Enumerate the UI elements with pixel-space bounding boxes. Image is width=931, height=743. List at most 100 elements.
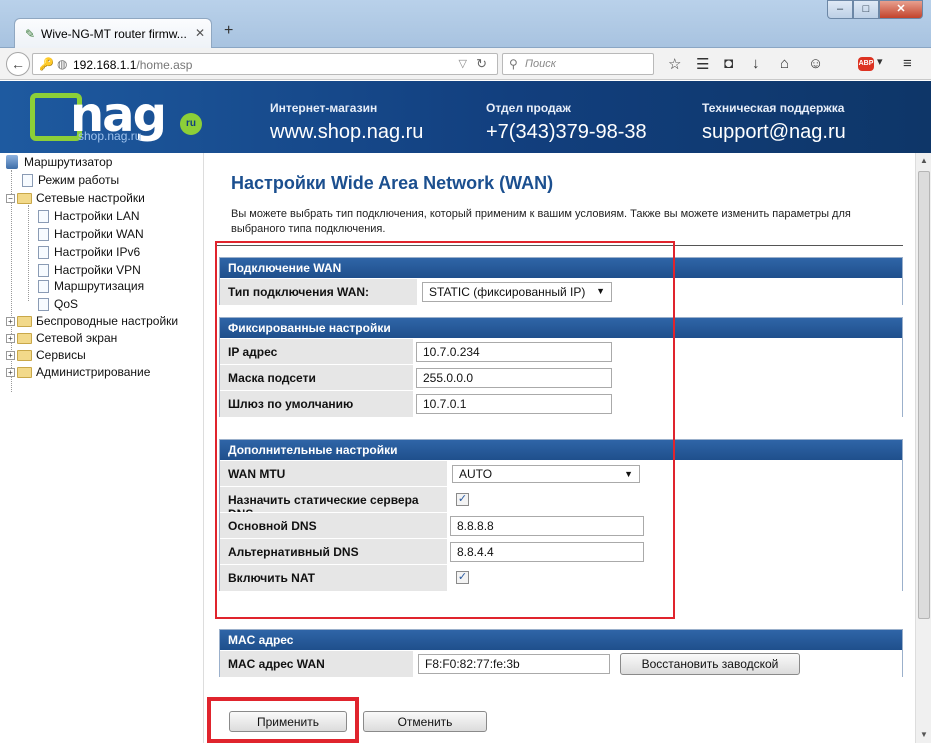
pocket-icon[interactable]: ◘ xyxy=(724,55,733,72)
restore-default-button[interactable]: Восстановить заводской xyxy=(620,653,800,675)
page-description: Вы можете выбрать тип подключения, котор… xyxy=(231,208,851,235)
browser-window: ✎ Wive-NG-MT router firmw... ✕ + – □ ✕ ←… xyxy=(0,0,931,743)
minimize-icon[interactable]: – xyxy=(827,0,853,19)
page-icon xyxy=(38,227,49,241)
scroll-thumb[interactable] xyxy=(918,171,930,619)
sidebar-item-firewall[interactable]: + Сетевой экран xyxy=(6,331,117,345)
main-content: Настройки Wide Area Network (WAN) Вы мож… xyxy=(205,153,915,743)
expand-icon[interactable]: + xyxy=(6,333,15,343)
site-banner: nag shop.nag.ru ru Интернет-магазин www.… xyxy=(0,81,931,153)
sidebar-root-label: Маршрутизатор xyxy=(24,155,113,169)
url-path: /home.asp xyxy=(136,58,193,72)
banner-shop: Интернет-магазин www.shop.nag.ru xyxy=(270,101,423,144)
sidebar-item-label: Беспроводные настройки xyxy=(36,314,179,328)
adblock-icon[interactable]: ABP xyxy=(858,57,874,71)
page-icon xyxy=(38,209,49,223)
download-icon[interactable]: ↓ xyxy=(752,55,760,72)
page-icon xyxy=(38,263,49,277)
bookmark-star-icon[interactable]: ☆ xyxy=(668,55,681,73)
sidebar-item-label: Маршрутизация xyxy=(54,279,145,293)
banner-support-head: Техническая поддержка xyxy=(702,101,845,115)
identity-icon[interactable]: 🔑 xyxy=(39,57,54,71)
sidebar-item-label: Настройки WAN xyxy=(54,227,144,241)
mac-header: MAC адрес xyxy=(220,630,902,650)
banner-shop-head: Интернет-магазин xyxy=(270,101,378,115)
sidebar-item-wireless[interactable]: + Беспроводные настройки xyxy=(6,314,178,328)
back-arrow-icon[interactable]: ← xyxy=(6,52,30,76)
reload-icon[interactable]: ↻ xyxy=(476,56,487,72)
new-tab-icon[interactable]: + xyxy=(224,22,233,40)
window-controls: – □ ✕ xyxy=(827,0,923,20)
mac-row: MAC адрес WAN F8:F0:82:77:fe:3b Восстано… xyxy=(220,650,902,677)
mac-label: MAC адрес WAN xyxy=(220,651,414,677)
banner-support-email[interactable]: support@nag.ru xyxy=(702,121,846,144)
mac-section: MAC адрес MAC адрес WAN F8:F0:82:77:fe:3… xyxy=(219,629,903,677)
folder-icon xyxy=(17,349,32,361)
chat-icon[interactable]: ☺ xyxy=(808,55,823,72)
sidebar-item-label: Настройки VPN xyxy=(54,263,141,277)
search-bar[interactable]: ⚲ Поиск xyxy=(502,53,654,75)
navigation-bar: ← 🔑 ◍ 192.168.1.1/home.asp ▽ ↻ ⚲ Поиск ☆… xyxy=(0,48,931,80)
sidebar-item-mode[interactable]: Режим работы xyxy=(22,173,119,187)
sidebar-root[interactable]: Маршрутизатор xyxy=(6,155,112,169)
scroll-up-icon[interactable]: ▲ xyxy=(916,153,931,169)
sidebar-item-label: Сетевые настройки xyxy=(36,191,145,205)
page-icon xyxy=(38,297,49,311)
sidebar-item-ipv6[interactable]: Настройки IPv6 xyxy=(38,245,140,259)
url-text: 192.168.1.1/home.asp xyxy=(73,58,192,72)
sidebar-item-label: QoS xyxy=(54,297,79,311)
sidebar-item-services[interactable]: + Сервисы xyxy=(6,348,86,362)
nag-logo[interactable]: nag shop.nag.ru ru xyxy=(14,87,214,147)
banner-sales: Отдел продаж +7(343)379-98-38 xyxy=(486,101,647,144)
tab-close-icon[interactable]: ✕ xyxy=(195,26,205,40)
adblock-dropdown-icon[interactable]: ▾ xyxy=(877,55,883,68)
url-host: 192.168.1.1 xyxy=(73,58,137,72)
sidebar-item-wan[interactable]: Настройки WAN xyxy=(38,227,144,241)
page-title: Настройки Wide Area Network (WAN) xyxy=(231,173,554,193)
firefox-favicon-icon: ✎ xyxy=(25,27,36,41)
banner-support: Техническая поддержка support@nag.ru xyxy=(702,101,846,144)
mac-input[interactable]: F8:F0:82:77:fe:3b xyxy=(418,654,610,674)
vertical-scrollbar[interactable]: ▲ ▼ xyxy=(915,153,931,743)
expand-icon[interactable]: + xyxy=(6,367,15,377)
tree-line xyxy=(28,205,29,301)
home-icon[interactable]: ⌂ xyxy=(780,55,789,72)
apply-highlight-frame xyxy=(207,697,359,743)
folder-icon xyxy=(17,332,32,344)
highlight-frame xyxy=(215,241,675,619)
mac-cell: F8:F0:82:77:fe:3b Восстановить заводской xyxy=(414,651,902,677)
sidebar-item-lan[interactable]: Настройки LAN xyxy=(38,209,140,223)
search-placeholder: Поиск xyxy=(525,58,556,70)
folder-icon xyxy=(17,366,32,378)
banner-shop-link[interactable]: www.shop.nag.ru xyxy=(270,121,423,144)
expand-icon[interactable]: + xyxy=(6,350,15,360)
sidebar-item-routing[interactable]: Маршрутизация xyxy=(38,279,144,293)
sidebar-item-label: Настройки LAN xyxy=(54,209,140,223)
globe-icon: ◍ xyxy=(57,57,68,71)
sidebar-item-label: Сервисы xyxy=(36,348,86,362)
sidebar-item-label: Режим работы xyxy=(38,173,120,187)
sidebar-item-qos[interactable]: QoS xyxy=(38,297,78,311)
cancel-button[interactable]: Отменить xyxy=(363,711,487,732)
menu-icon[interactable]: ≡ xyxy=(903,55,912,72)
scroll-down-icon[interactable]: ▼ xyxy=(916,727,931,743)
close-window-icon[interactable]: ✕ xyxy=(879,0,923,19)
sidebar-item-vpn[interactable]: Настройки VPN xyxy=(38,263,141,277)
sidebar-item-admin[interactable]: + Администрирование xyxy=(6,365,150,379)
expand-icon[interactable]: + xyxy=(6,316,15,326)
browser-tab[interactable]: ✎ Wive-NG-MT router firmw... ✕ xyxy=(14,18,212,48)
logo-ru-badge: ru xyxy=(180,113,202,135)
logo-site: shop.nag.ru xyxy=(78,129,142,143)
maximize-icon[interactable]: □ xyxy=(853,0,879,19)
title-bar: ✎ Wive-NG-MT router firmw... ✕ + – □ ✕ xyxy=(0,0,931,48)
url-dropdown-icon[interactable]: ▽ xyxy=(459,57,467,70)
sidebar-item-network[interactable]: − Сетевые настройки xyxy=(6,191,145,205)
banner-sales-phone: +7(343)379-98-38 xyxy=(486,121,647,143)
url-bar[interactable]: 🔑 ◍ 192.168.1.1/home.asp ▽ ↻ xyxy=(32,53,498,75)
sidebar-item-label: Настройки IPv6 xyxy=(54,245,141,259)
banner-sales-head: Отдел продаж xyxy=(486,101,571,115)
folder-open-icon xyxy=(17,192,32,204)
collapse-icon[interactable]: − xyxy=(6,193,15,203)
reading-list-icon[interactable]: ☰ xyxy=(696,55,709,73)
tab-title: Wive-NG-MT router firmw... xyxy=(41,27,187,41)
